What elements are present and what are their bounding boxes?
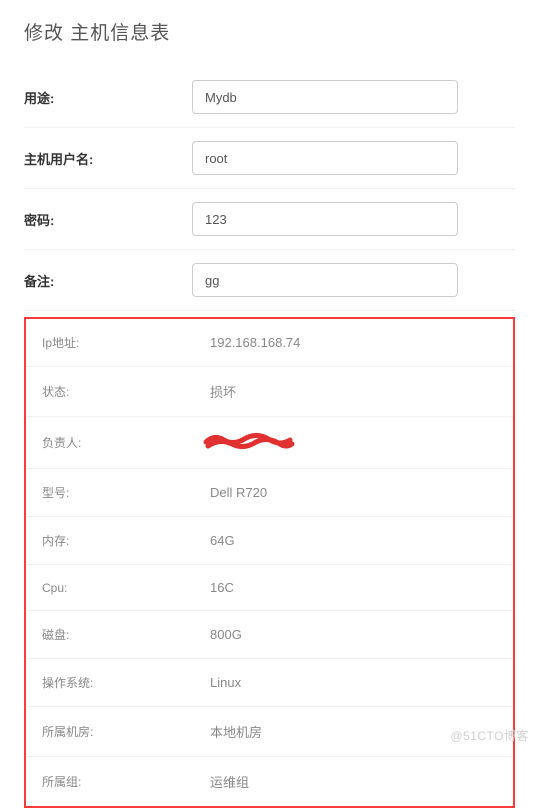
readonly-section: Ip地址: 192.168.168.74 状态: 损坏 负责人: 型号: Del… bbox=[24, 317, 515, 808]
password-label: 密码: bbox=[24, 210, 192, 229]
form-row-password: 密码: bbox=[24, 189, 515, 250]
remark-input[interactable] bbox=[192, 263, 458, 297]
readonly-row-os: 操作系统: Linux bbox=[26, 659, 513, 707]
group-value: 运维组 bbox=[210, 772, 497, 791]
model-label: 型号: bbox=[42, 484, 210, 501]
cpu-value: 16C bbox=[210, 580, 497, 595]
readonly-row-group: 所属组: 运维组 bbox=[26, 757, 513, 806]
os-label: 操作系统: bbox=[42, 674, 210, 691]
status-label: 状态: bbox=[42, 383, 210, 400]
owner-label: 负责人: bbox=[42, 434, 210, 451]
readonly-row-disk: 磁盘: 800G bbox=[26, 611, 513, 659]
memory-value: 64G bbox=[210, 533, 497, 548]
readonly-row-model: 型号: Dell R720 bbox=[26, 469, 513, 517]
form-row-remark: 备注: bbox=[24, 250, 515, 311]
disk-label: 磁盘: bbox=[42, 626, 210, 643]
ip-value: 192.168.168.74 bbox=[210, 335, 497, 350]
owner-value bbox=[210, 432, 497, 453]
room-label: 所属机房: bbox=[42, 723, 210, 740]
form-row-hostuser: 主机用户名: bbox=[24, 128, 515, 189]
readonly-row-cpu: Cpu: 16C bbox=[26, 565, 513, 611]
group-label: 所属组: bbox=[42, 773, 210, 790]
password-input[interactable] bbox=[192, 202, 458, 236]
hostuser-label: 主机用户名: bbox=[24, 149, 192, 168]
cpu-label: Cpu: bbox=[42, 581, 210, 595]
remark-label: 备注: bbox=[24, 271, 192, 290]
hostuser-input[interactable] bbox=[192, 141, 458, 175]
status-value: 损坏 bbox=[210, 382, 497, 401]
redacted-mark-icon bbox=[210, 432, 290, 450]
purpose-label: 用途: bbox=[24, 88, 192, 107]
readonly-row-room: 所属机房: 本地机房 bbox=[26, 707, 513, 757]
disk-value: 800G bbox=[210, 627, 497, 642]
form-row-purpose: 用途: bbox=[24, 67, 515, 128]
ip-label: Ip地址: bbox=[42, 334, 210, 351]
readonly-row-ip: Ip地址: 192.168.168.74 bbox=[26, 319, 513, 367]
watermark: @51CTO博客 bbox=[450, 727, 529, 744]
memory-label: 内存: bbox=[42, 532, 210, 549]
readonly-row-memory: 内存: 64G bbox=[26, 517, 513, 565]
readonly-row-status: 状态: 损坏 bbox=[26, 367, 513, 417]
purpose-input[interactable] bbox=[192, 80, 458, 114]
page-title: 修改 主机信息表 bbox=[24, 18, 515, 45]
model-value: Dell R720 bbox=[210, 485, 497, 500]
os-value: Linux bbox=[210, 675, 497, 690]
readonly-row-owner: 负责人: bbox=[26, 417, 513, 469]
